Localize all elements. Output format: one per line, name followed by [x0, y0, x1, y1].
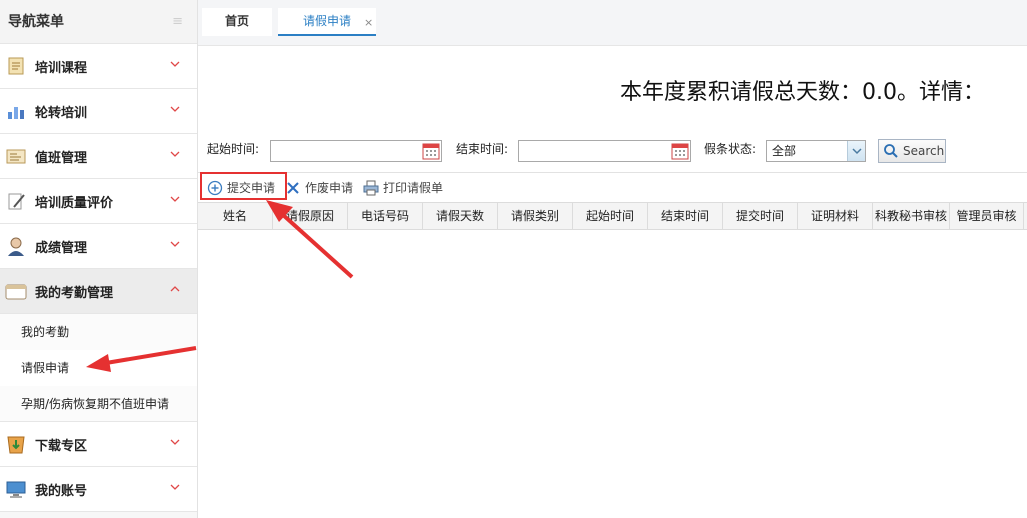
- pen-icon: [8, 193, 25, 210]
- search-icon: [884, 144, 898, 158]
- chevron-down-icon: [170, 106, 180, 112]
- column-header[interactable]: 请假原因: [273, 203, 348, 230]
- start-time-input[interactable]: [270, 140, 442, 162]
- sidebar-item-label: 下载专区: [35, 438, 88, 454]
- close-icon: [287, 182, 299, 194]
- scroll-icon: [8, 57, 24, 75]
- sidebar-item-rotation-training[interactable]: 轮转培训: [0, 89, 197, 134]
- tab-home[interactable]: 首页: [202, 8, 272, 36]
- chevron-down-icon: [170, 61, 180, 67]
- calendar-icon: [5, 284, 27, 300]
- sidebar-item-label: 值班管理: [35, 150, 88, 166]
- column-header[interactable]: 科教秘书审核: [873, 203, 950, 230]
- chevron-up-icon: [170, 286, 180, 292]
- tab-bar: 首页 请假申请 ×: [198, 0, 1027, 46]
- sidebar-item-label: 培训课程: [35, 60, 88, 76]
- sidebar-item-training-quality[interactable]: 培训质量评价: [0, 179, 197, 224]
- sidebar-title-label: 导航菜单: [8, 14, 64, 30]
- chevron-down-icon: [170, 484, 180, 490]
- status-select[interactable]: 全部: [766, 140, 866, 162]
- sidebar-subitem-my-attendance[interactable]: 我的考勤: [0, 314, 197, 350]
- sidebar-item-training-courses[interactable]: 培训课程: [0, 44, 197, 89]
- sidebar-item-duty-management[interactable]: 值班管理: [0, 134, 197, 179]
- chevron-down-icon: [852, 148, 862, 155]
- user-icon: [8, 237, 24, 256]
- id-card-icon: [6, 149, 26, 164]
- sidebar-item-label: 培训质量评价: [35, 195, 114, 211]
- sidebar-item-label: 我的账号: [35, 483, 88, 499]
- chart-icon: [8, 107, 24, 119]
- column-header[interactable]: 电话号码: [348, 203, 423, 230]
- start-time-label: 起始时间:: [207, 142, 260, 156]
- dropdown-arrow[interactable]: [847, 141, 865, 161]
- column-header[interactable]: 起始时间: [573, 203, 648, 230]
- end-time-label: 结束时间:: [456, 142, 509, 156]
- print-leave-form-button[interactable]: 打印请假单: [363, 179, 453, 197]
- sidebar: 导航菜单 ≡ 培训课程 轮转培训 值班管理 培训质量评价 成绩管理 我的考勤管理…: [0, 0, 198, 518]
- void-request-label: 作废申请: [305, 181, 354, 195]
- sidebar-item-label: 轮转培训: [35, 105, 88, 121]
- sidebar-subitem-leave-request[interactable]: 请假申请: [0, 350, 197, 386]
- status-select-value: 全部: [772, 144, 797, 158]
- calendar-icon[interactable]: [671, 142, 689, 160]
- column-header[interactable]: 结束时间: [648, 203, 723, 230]
- close-icon[interactable]: ×: [364, 16, 373, 29]
- download-icon: [7, 436, 25, 454]
- sidebar-item-score-management[interactable]: 成绩管理: [0, 224, 197, 269]
- void-request-button[interactable]: 作废申请: [285, 179, 361, 197]
- print-leave-form-label: 打印请假单: [383, 181, 444, 195]
- column-header[interactable]: 请假类别: [498, 203, 573, 230]
- chevron-down-icon: [170, 439, 180, 445]
- column-header[interactable]: 提交时间: [723, 203, 798, 230]
- sidebar-item-label: 我的考勤管理: [35, 285, 114, 301]
- column-header[interactable]: 管理员审核: [950, 203, 1024, 230]
- column-header[interactable]: 姓名: [198, 203, 273, 230]
- column-header[interactable]: 证明材料: [798, 203, 873, 230]
- search-button[interactable]: Search: [878, 139, 946, 163]
- column-header[interactable]: 请假天数: [423, 203, 498, 230]
- annotation-highlight-box: [200, 172, 287, 200]
- sidebar-item-downloads[interactable]: 下载专区: [0, 422, 197, 467]
- collapse-icon[interactable]: ≡: [172, 0, 183, 44]
- leave-summary: 本年度累积请假总天数：0.0。详情：: [620, 80, 985, 105]
- tab-leave-request[interactable]: 请假申请: [278, 8, 376, 36]
- sidebar-item-attendance[interactable]: 我的考勤管理: [0, 269, 197, 314]
- search-button-label: Search: [903, 144, 945, 158]
- chevron-down-icon: [170, 241, 180, 247]
- chevron-down-icon: [170, 151, 180, 157]
- printer-icon: [363, 180, 379, 196]
- sidebar-title: 导航菜单 ≡: [0, 0, 197, 44]
- chevron-down-icon: [170, 196, 180, 202]
- table-header: 姓名 请假原因 电话号码 请假天数 请假类别 起始时间 结束时间 提交时间 证明…: [198, 202, 1027, 230]
- toolbar: 提交申请 作废申请 打印请假单: [198, 172, 1027, 202]
- sidebar-item-label: 成绩管理: [35, 240, 88, 256]
- end-time-input[interactable]: [518, 140, 691, 162]
- sidebar-subitem-pregnancy-exemption[interactable]: 孕期/伤病恢复期不值班申请: [0, 386, 197, 422]
- calendar-icon[interactable]: [422, 142, 440, 160]
- sidebar-item-my-account[interactable]: 我的账号: [0, 467, 197, 512]
- computer-icon: [6, 481, 26, 498]
- status-label: 假条状态:: [704, 142, 757, 156]
